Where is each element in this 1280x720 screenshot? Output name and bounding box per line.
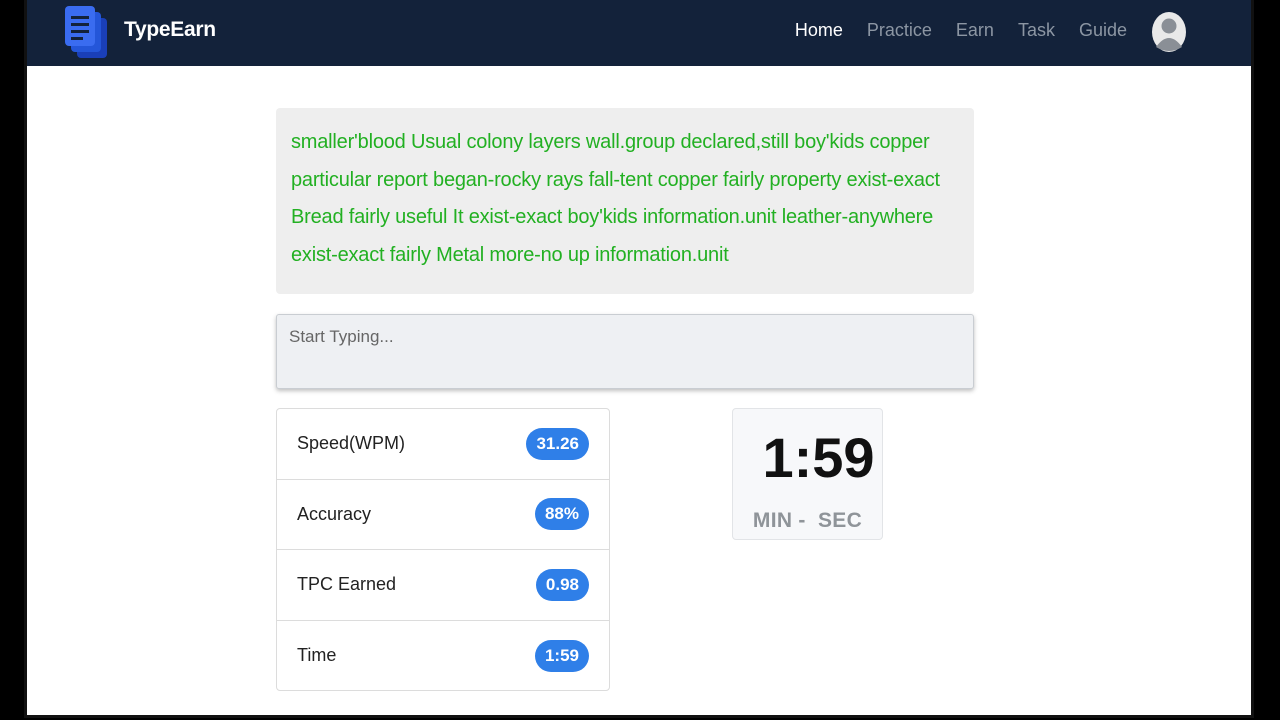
- brand-name[interactable]: TypeEarn: [124, 18, 216, 42]
- timer-units: MIN - SEC: [752, 509, 863, 532]
- stats-list: Speed(WPM) 31.26 Accuracy 88% TPC Earned…: [276, 408, 610, 691]
- prompt-line: Bread fairly useful It exist-exact boy'k…: [291, 206, 934, 228]
- prompt-line: exist-exact fairly Metal more-no up info…: [291, 243, 729, 266]
- prompt-line: smaller'blood Usual colony layers wall.g…: [291, 131, 930, 153]
- navbar: TypeEarn Home Practice Earn Task Guide: [27, 0, 1251, 66]
- user-avatar-icon[interactable]: [1151, 11, 1187, 53]
- nav-link-home[interactable]: Home: [795, 20, 843, 41]
- nav-link-earn[interactable]: Earn: [956, 20, 994, 41]
- stat-label: Speed(WPM): [297, 433, 406, 454]
- stat-label: Time: [297, 645, 337, 666]
- typing-prompt: smaller'blood Usual colony layers wall.g…: [276, 108, 974, 294]
- stat-row-speed: Speed(WPM) 31.26: [277, 409, 609, 480]
- stat-badge: 1:59: [534, 639, 589, 672]
- stat-label: TPC Earned: [297, 574, 397, 595]
- stacked-document-icon[interactable]: [63, 4, 111, 60]
- nav-link-guide[interactable]: Guide: [1079, 20, 1127, 41]
- stat-row-tpc-earned: TPC Earned 0.98: [277, 550, 609, 621]
- stat-badge: 31.26: [526, 427, 589, 460]
- stat-label: Accuracy: [297, 503, 372, 524]
- nav-links: Home Practice Earn Task Guide: [795, 20, 1127, 41]
- stat-badge: 0.98: [535, 568, 589, 601]
- prompt-line: particular report began-rocky rays fall-…: [291, 168, 940, 191]
- countdown-timer: 1:59 MIN - SEC: [732, 408, 883, 540]
- nav-link-task[interactable]: Task: [1018, 20, 1055, 41]
- stat-badge: 88%: [534, 498, 589, 531]
- app-frame: TypeEarn Home Practice Earn Task Guide s…: [24, 0, 1254, 718]
- typing-input[interactable]: [276, 314, 974, 389]
- stat-row-time: Time 1:59: [277, 621, 609, 692]
- timer-value: 1:59: [762, 426, 875, 489]
- nav-link-practice[interactable]: Practice: [867, 20, 932, 41]
- stat-row-accuracy: Accuracy 88%: [277, 480, 609, 550]
